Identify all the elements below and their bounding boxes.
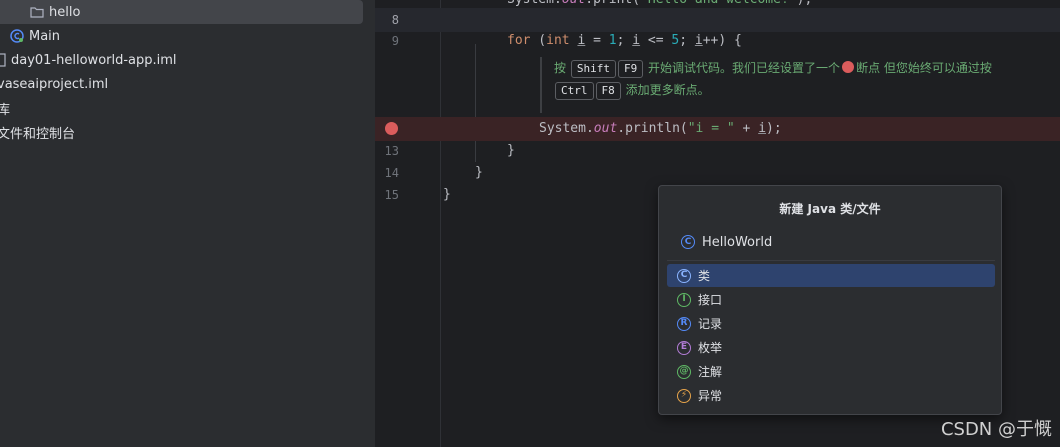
class-name-value: HelloWorld	[702, 234, 773, 250]
breakpoint-icon[interactable]	[385, 122, 398, 135]
class-name-input[interactable]: C HelloWorld	[673, 230, 989, 254]
option-label: 接口	[698, 293, 723, 307]
exception-icon: ⚡	[677, 388, 691, 403]
code-line-close-class: }	[443, 187, 451, 202]
tree-item-scratches[interactable]: 文件和控制台	[0, 120, 75, 144]
gutter-divider	[440, 0, 441, 447]
tree-item-label: Main	[29, 28, 61, 44]
tree-item-day01-iml[interactable]: day01-helloworld-app.iml	[0, 48, 177, 72]
code-line-println: System.out.println("i = " + i);	[539, 121, 782, 136]
tree-item-hello[interactable]: hello	[0, 0, 363, 24]
project-tree: hello Main day01-helloworld-app.iml vase…	[0, 0, 375, 447]
option-record[interactable]: R 记录	[667, 312, 995, 335]
line-number: 15	[384, 188, 399, 202]
option-label: 枚举	[698, 341, 723, 355]
indent-guide	[475, 44, 476, 162]
tree-item-main[interactable]: Main	[10, 24, 60, 48]
record-icon: R	[677, 316, 691, 331]
tree-item-label: vaseaiproject.iml	[0, 76, 109, 92]
enum-icon: E	[677, 340, 691, 355]
interface-icon: I	[677, 292, 691, 307]
class-icon: C	[677, 268, 691, 283]
tree-item-libraries[interactable]: 库	[0, 96, 10, 120]
line-number: 9	[391, 34, 399, 48]
option-label: 记录	[698, 317, 723, 331]
new-java-class-popup: 新建 Java 类/文件 C HelloWorld C 类 I 接口 R 记录 …	[658, 185, 1002, 415]
debug-hint: 按 Shift F9 开始调试代码。我们已经设置了一个 断点 但您始终可以通过按 C…	[540, 57, 1050, 113]
line-number: 13	[384, 144, 399, 158]
option-label: 异常	[698, 389, 723, 403]
option-label: 注解	[698, 365, 723, 379]
shift-key: Shift	[570, 60, 616, 78]
ctrl-key: Ctrl	[555, 82, 594, 100]
tree-item-label: 文件和控制台	[0, 126, 76, 142]
breakpoint-icon	[842, 61, 855, 73]
popup-title: 新建 Java 类/文件	[779, 202, 881, 216]
option-exception[interactable]: ⚡ 异常	[667, 384, 995, 407]
code-line-for: for (int i = 1; i <= 5; i++) {	[507, 33, 742, 48]
tree-item-label: day01-helloworld-app.iml	[11, 52, 177, 68]
line-number: 14	[384, 166, 399, 180]
folder-icon	[30, 6, 44, 18]
iml-file-icon	[0, 53, 6, 67]
annotation-icon: @	[677, 364, 691, 379]
option-class[interactable]: C 类	[667, 264, 995, 287]
tree-item-project-iml[interactable]: vaseaiproject.iml	[0, 72, 108, 96]
tree-item-label: 库	[0, 102, 11, 118]
option-interface[interactable]: I 接口	[667, 288, 995, 311]
class-icon: C	[681, 235, 695, 249]
code-line-close-for: }	[507, 143, 515, 158]
popup-divider	[667, 260, 995, 261]
f9-key: F9	[617, 60, 644, 78]
option-enum[interactable]: E 枚举	[667, 336, 995, 359]
f8-key: F8	[595, 82, 621, 100]
option-label: 类	[698, 269, 711, 283]
code-line-close-method: }	[475, 165, 483, 180]
tree-item-label: hello	[49, 4, 81, 20]
watermark: CSDN @于慨	[940, 419, 1052, 440]
option-annotation[interactable]: @ 注解	[667, 360, 995, 383]
java-class-icon	[10, 29, 24, 43]
